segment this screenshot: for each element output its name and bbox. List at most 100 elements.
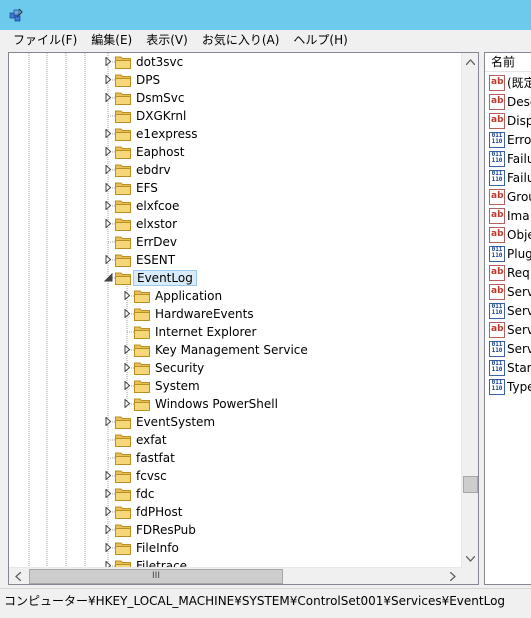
value-row[interactable]: 011 110Serv xyxy=(489,339,531,358)
registry-tree[interactable]: dot3svc DPS DsmSvc DXGKrnl e1express Eaphost e… xyxy=(8,52,479,585)
tree-node[interactable]: fcvsc xyxy=(9,467,461,485)
menu-file[interactable]: ファイル(F) xyxy=(6,30,84,50)
tree-node-label[interactable]: Windows PowerShell xyxy=(152,396,281,412)
expand-arrow-icon[interactable] xyxy=(104,201,113,210)
tree-node[interactable]: System xyxy=(9,377,461,395)
menu-edit[interactable]: 編集(E) xyxy=(84,30,139,50)
tree-node[interactable]: elxstor xyxy=(9,215,461,233)
expand-arrow-icon[interactable] xyxy=(104,57,113,66)
expand-arrow-icon[interactable] xyxy=(104,471,113,480)
tree-node[interactable]: fdPHost xyxy=(9,503,461,521)
expand-arrow-icon[interactable] xyxy=(104,417,113,426)
tree-node[interactable]: fdc xyxy=(9,485,461,503)
expand-arrow-icon[interactable] xyxy=(104,255,113,264)
vertical-scroll-thumb[interactable] xyxy=(463,476,478,493)
tree-node-label[interactable]: Key Management Service xyxy=(152,342,311,358)
expand-arrow-icon[interactable] xyxy=(104,93,113,102)
value-row[interactable]: abObje xyxy=(489,225,531,244)
tree-vertical-scrollbar[interactable] xyxy=(461,53,478,567)
expand-arrow-icon[interactable] xyxy=(104,165,113,174)
expand-arrow-icon[interactable] xyxy=(104,507,113,516)
tree-node[interactable]: Security xyxy=(9,359,461,377)
tree-node-label[interactable]: exfat xyxy=(133,432,170,448)
tree-node[interactable]: fastfat xyxy=(9,449,461,467)
expand-arrow-icon[interactable] xyxy=(104,75,113,84)
value-row[interactable]: abServ xyxy=(489,282,531,301)
tree-node[interactable]: DPS xyxy=(9,71,461,89)
value-row[interactable]: abDesc xyxy=(489,92,531,111)
tree-node[interactable]: elxfcoe xyxy=(9,197,461,215)
tree-node-label[interactable]: Security xyxy=(152,360,207,376)
tree-node[interactable]: FileInfo xyxy=(9,539,461,557)
tree-node[interactable]: Application xyxy=(9,287,461,305)
value-row[interactable]: 011 110 Plug xyxy=(489,244,531,263)
tree-node-label[interactable]: ESENT xyxy=(133,252,178,268)
tree-node-label[interactable]: DPS xyxy=(133,72,163,88)
expand-arrow-icon[interactable] xyxy=(123,381,132,390)
horizontal-scroll-thumb[interactable]: III xyxy=(29,569,283,584)
tree-node-label[interactable]: fcvsc xyxy=(133,468,170,484)
tree-node[interactable]: Key Management Service xyxy=(9,341,461,359)
tree-node-label[interactable]: fdPHost xyxy=(133,504,185,520)
value-row[interactable]: 011 110 Erro xyxy=(489,130,531,149)
tree-node[interactable]: ebdrv xyxy=(9,161,461,179)
value-row[interactable]: 011 110Serv xyxy=(489,301,531,320)
expand-arrow-icon[interactable] xyxy=(123,309,132,318)
value-row[interactable]: abGrou xyxy=(489,187,531,206)
tree-node[interactable]: e1express xyxy=(9,125,461,143)
value-row[interactable]: ab(既定 xyxy=(489,73,531,92)
column-header-name[interactable]: 名前 xyxy=(485,53,531,72)
tree-node-label[interactable]: FDResPub xyxy=(133,522,199,538)
scroll-left-arrow[interactable] xyxy=(9,568,26,584)
expand-arrow-icon[interactable] xyxy=(104,525,113,534)
expand-arrow-icon[interactable] xyxy=(104,129,113,138)
collapse-arrow-icon[interactable] xyxy=(104,273,113,282)
scroll-down-arrow[interactable] xyxy=(462,550,478,567)
title-bar[interactable] xyxy=(0,0,531,30)
tree-node-label[interactable]: EventSystem xyxy=(133,414,218,430)
tree-node-label[interactable]: e1express xyxy=(133,126,200,142)
expand-arrow-icon[interactable] xyxy=(104,183,113,192)
value-row[interactable]: 011 110Failu xyxy=(489,149,531,168)
tree-node-label[interactable]: fastfat xyxy=(133,450,178,466)
value-row[interactable]: 011 110Type xyxy=(489,377,531,396)
expand-arrow-icon[interactable] xyxy=(104,147,113,156)
value-row[interactable]: ab Ima xyxy=(489,206,530,225)
values-list[interactable]: 名前 ab(既定abDescabDisp011 110Erro011 110Fa… xyxy=(484,52,531,585)
value-row[interactable]: ab Req xyxy=(489,263,530,282)
tree-node-label[interactable]: elxstor xyxy=(133,216,180,232)
menu-view[interactable]: 表示(V) xyxy=(139,30,195,50)
tree-node-label[interactable]: ebdrv xyxy=(133,162,174,178)
tree-node[interactable]: exfat xyxy=(9,431,461,449)
value-row[interactable]: ab Disp xyxy=(489,111,531,130)
expand-arrow-icon[interactable] xyxy=(104,489,113,498)
tree-node[interactable]: Internet Explorer xyxy=(9,323,461,341)
expand-arrow-icon[interactable] xyxy=(104,219,113,228)
expand-arrow-icon[interactable] xyxy=(123,345,132,354)
menu-favorites[interactable]: お気に入り(A) xyxy=(195,30,287,50)
expand-arrow-icon[interactable] xyxy=(104,543,113,552)
expand-arrow-icon[interactable] xyxy=(123,363,132,372)
tree-node[interactable]: DXGKrnl xyxy=(9,107,461,125)
tree-node-label[interactable]: Eaphost xyxy=(133,144,187,160)
expand-arrow-icon[interactable] xyxy=(123,291,132,300)
tree-node[interactable]: EFS xyxy=(9,179,461,197)
tree-node[interactable]: EventSystem xyxy=(9,413,461,431)
tree-node[interactable]: HardwareEvents xyxy=(9,305,461,323)
tree-node-label[interactable]: EFS xyxy=(133,180,161,196)
scroll-up-arrow[interactable] xyxy=(462,53,478,70)
expand-arrow-icon[interactable] xyxy=(123,399,132,408)
tree-node[interactable]: Eaphost xyxy=(9,143,461,161)
tree-node-label[interactable]: Application xyxy=(152,288,225,304)
tree-node-label[interactable]: Internet Explorer xyxy=(152,324,259,340)
value-row[interactable]: abServ xyxy=(489,320,531,339)
tree-node-label[interactable]: elxfcoe xyxy=(133,198,182,214)
tree-node[interactable]: DsmSvc xyxy=(9,89,461,107)
tree-node-label[interactable]: fdc xyxy=(133,486,157,502)
tree-node[interactable]: ErrDev xyxy=(9,233,461,251)
value-row[interactable]: 011 110Failu xyxy=(489,168,531,187)
tree-node-label[interactable]: System xyxy=(152,378,203,394)
value-row[interactable]: 011 110 Star xyxy=(489,358,531,377)
tree-node[interactable]: Windows PowerShell xyxy=(9,395,461,413)
menu-help[interactable]: ヘルプ(H) xyxy=(286,30,354,50)
